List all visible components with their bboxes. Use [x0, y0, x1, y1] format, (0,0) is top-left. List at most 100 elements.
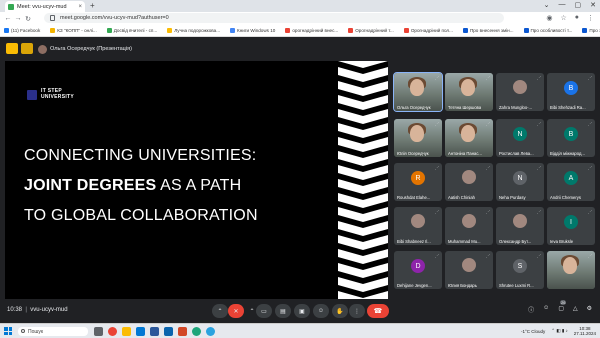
present-button[interactable]: ▣: [294, 304, 310, 318]
meet-app-icon[interactable]: [6, 43, 18, 54]
bookmark-item[interactable]: Про внесення змін...: [462, 28, 514, 33]
forward-icon[interactable]: →: [13, 15, 23, 22]
bookmark-item[interactable]: Про затвердження...: [582, 28, 600, 33]
minimize-icon[interactable]: —: [559, 1, 566, 9]
bookmark-item[interactable]: Про особливості т...: [523, 28, 572, 33]
bookmark-item[interactable]: Лучна подорожкова...: [167, 28, 220, 33]
participant-tile[interactable]: ⋰ Юлія Осередчук: [394, 119, 442, 157]
bookmark-item[interactable]: (11) Facebook: [4, 28, 40, 33]
reload-icon[interactable]: ↻: [23, 15, 33, 23]
browser-menu-icon[interactable]: ⋮: [587, 14, 594, 22]
participant-initial-avatar: N: [513, 171, 527, 185]
bookmark-item[interactable]: Досвід вчителі - сп...: [106, 28, 157, 33]
chat-icon[interactable]: ▢: [558, 305, 564, 314]
chrome-icon[interactable]: [108, 327, 117, 336]
windows-start-icon[interactable]: [4, 327, 12, 335]
mic-muted-icon: ⋰: [588, 75, 592, 80]
mail-icon[interactable]: [164, 327, 173, 336]
participant-tile[interactable]: B ⋰ Bibi Shehzadi Ra...: [547, 73, 595, 111]
participant-tile[interactable]: ⋰: [547, 251, 595, 289]
host-controls-icon[interactable]: ⚙: [587, 305, 592, 314]
clock[interactable]: 10:38 27.11.2024: [574, 326, 596, 336]
leave-call-button[interactable]: ☎: [367, 304, 389, 318]
browser-tab[interactable]: Meet: vvu-ucyv-mud ×: [5, 1, 85, 12]
participant-photo-avatar: [462, 214, 476, 228]
edge-icon[interactable]: [192, 327, 201, 336]
task-view-icon[interactable]: [94, 327, 103, 336]
meeting-info: 10:38 | vvu-ucyv-mud: [7, 307, 68, 313]
participant-name: Zahra Mungloo-...: [499, 105, 533, 110]
store-icon[interactable]: [136, 327, 145, 336]
powerpoint-icon[interactable]: [178, 327, 187, 336]
bookmark-item[interactable]: КЗ "КОПП" - онлі...: [50, 28, 97, 33]
explorer-icon[interactable]: [122, 327, 131, 336]
participant-photo-avatar: [513, 80, 527, 94]
participant-tile[interactable]: ⋰ Muhammad Mu...: [445, 207, 493, 245]
bookmark-favicon-icon: [582, 28, 588, 33]
profile-icon[interactable]: ●: [575, 14, 579, 22]
back-icon[interactable]: ←: [3, 15, 13, 22]
presenter-chip[interactable]: Ольга Осередчук (Презентація): [38, 43, 132, 55]
pattern-chevron: [338, 103, 388, 116]
bookmark-item[interactable]: Орогнадрінний т...: [348, 28, 394, 33]
participant-tile[interactable]: ⋰ Bibi Shabneez Il...: [394, 207, 442, 245]
captions-button[interactable]: ▤: [275, 304, 291, 318]
tab-search-icon[interactable]: ⌄: [544, 1, 550, 9]
pattern-chevron: [338, 159, 388, 172]
mic-muted-icon: ⋰: [588, 121, 592, 126]
participant-tile[interactable]: ⋰ Aatish Chiniah: [445, 163, 493, 201]
people-icon[interactable]: ☺: [543, 305, 549, 314]
mic-off-button[interactable]: ✕: [228, 304, 244, 318]
mic-muted-icon: ⋰: [588, 253, 592, 258]
participant-photo-avatar: [513, 214, 527, 228]
participant-tile[interactable]: ⋰ Антоніна Панас...: [445, 119, 493, 157]
raise-hand-button[interactable]: ✋: [332, 304, 348, 318]
bookmark-favicon-icon: [348, 28, 354, 33]
participant-tile[interactable]: ⋰ Юлия Бондарь: [445, 251, 493, 289]
address-bar[interactable]: meet.google.com/vvu-ucyv-mud?authuser=0: [44, 13, 504, 23]
new-tab-button[interactable]: +: [90, 1, 95, 10]
participant-tile[interactable]: ⋰ Олександр Бут...: [496, 207, 544, 245]
logo-mark-icon: [27, 89, 37, 100]
participant-tile[interactable]: I ⋰ Ieva Bruksle: [547, 207, 595, 245]
participant-tile[interactable]: B ⋰ Відділ міжнарод...: [547, 119, 595, 157]
taskbar-search[interactable]: Пошук: [18, 327, 88, 336]
participant-tile[interactable]: ⋰ Ольга Осередчук: [393, 72, 443, 112]
bookmark-favicon-icon: [462, 28, 468, 33]
more-options-button[interactable]: ⋮: [349, 304, 365, 318]
camera-permission-icon[interactable]: ◉: [546, 14, 552, 22]
tray-icons[interactable]: ⌃ ◧ ▮ ♪: [551, 328, 568, 334]
telegram-icon[interactable]: [206, 327, 215, 336]
bookmark-item[interactable]: Книги Windows 10: [230, 28, 275, 33]
bookmark-item[interactable]: орогнадрінний внес...: [285, 28, 338, 33]
close-tab-icon[interactable]: ×: [78, 4, 82, 10]
layout-icon[interactable]: [21, 43, 33, 54]
pattern-chevron: [338, 145, 388, 158]
activities-icon[interactable]: △: [573, 305, 578, 314]
word-icon[interactable]: [150, 327, 159, 336]
camera-button[interactable]: ▭: [256, 304, 272, 318]
pattern-chevron: [338, 173, 388, 186]
pattern-chevron: [338, 89, 388, 102]
weather-text[interactable]: -1°C Cloudy: [521, 329, 545, 334]
participant-tile[interactable]: N ⋰ Neha Purdasy: [496, 163, 544, 201]
participant-tile[interactable]: A ⋰ Andrii Chemerys: [547, 163, 595, 201]
participant-tile[interactable]: N ⋰ Ростислав Лева...: [496, 119, 544, 157]
bookmark-item[interactable]: Орогнадріний пол...: [403, 28, 453, 33]
participant-tile[interactable]: R ⋰ Roushdat Elahe...: [394, 163, 442, 201]
participant-initial-avatar: S: [513, 259, 527, 273]
info-icon[interactable]: ⓘ: [528, 305, 534, 314]
mic-options-button[interactable]: ⌃: [212, 304, 228, 318]
maximize-icon[interactable]: ▢: [575, 1, 582, 9]
bookmark-star-icon[interactable]: ☆: [560, 14, 566, 22]
emoji-button[interactable]: ☺: [313, 304, 329, 318]
system-tray: -1°C Cloudy ⌃ ◧ ▮ ♪ 10:38 27.11.2024: [521, 326, 596, 336]
participant-tile[interactable]: ⋰ Тетяна Шершова: [445, 73, 493, 111]
close-window-icon[interactable]: ✕: [590, 1, 596, 9]
participant-initial-avatar: N: [513, 127, 527, 141]
site-info-icon[interactable]: [50, 15, 55, 21]
participant-tile[interactable]: D ⋰ Dehijane Jevgen...: [394, 251, 442, 289]
participant-name: Muhammad Mu...: [448, 239, 481, 244]
participant-tile[interactable]: ⋰ Zahra Mungloo-...: [496, 73, 544, 111]
participant-tile[interactable]: S ⋰ Shrutee Luxmi R...: [496, 251, 544, 289]
